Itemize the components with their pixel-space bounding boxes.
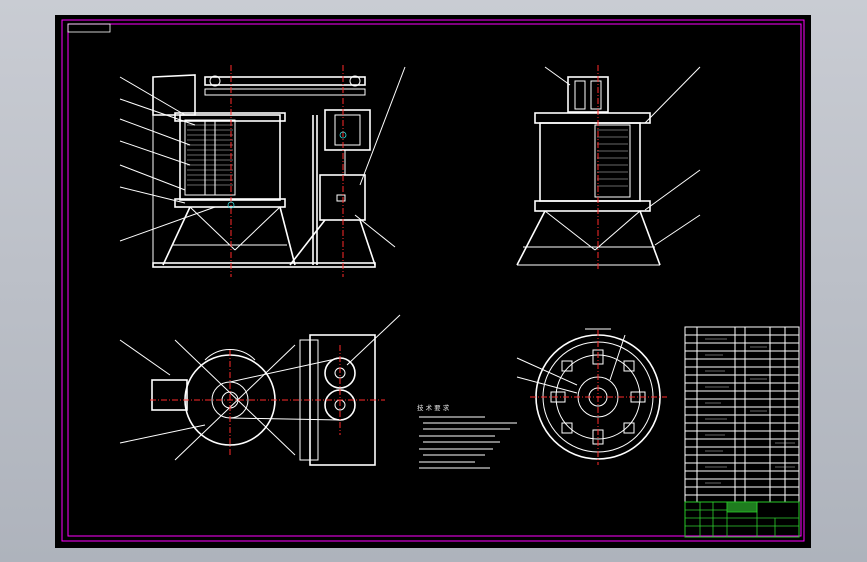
title-block — [684, 501, 800, 538]
front-section-view — [119, 65, 406, 277]
inner-frame — [67, 23, 802, 537]
side-view — [516, 65, 701, 270]
top-view — [119, 314, 401, 466]
tech-requirements-heading: 技 术 要 求 — [417, 403, 450, 412]
cad-drawing-viewport[interactable]: 技 术 要 求 — [55, 15, 811, 548]
parts-list-table — [684, 326, 800, 503]
drawing-canvas[interactable]: 技 术 要 求 — [55, 15, 811, 548]
drawing-number-box — [67, 23, 111, 33]
tech-requirements-block: 技 术 要 求 — [417, 403, 517, 469]
bottom-circular-view — [516, 328, 667, 465]
